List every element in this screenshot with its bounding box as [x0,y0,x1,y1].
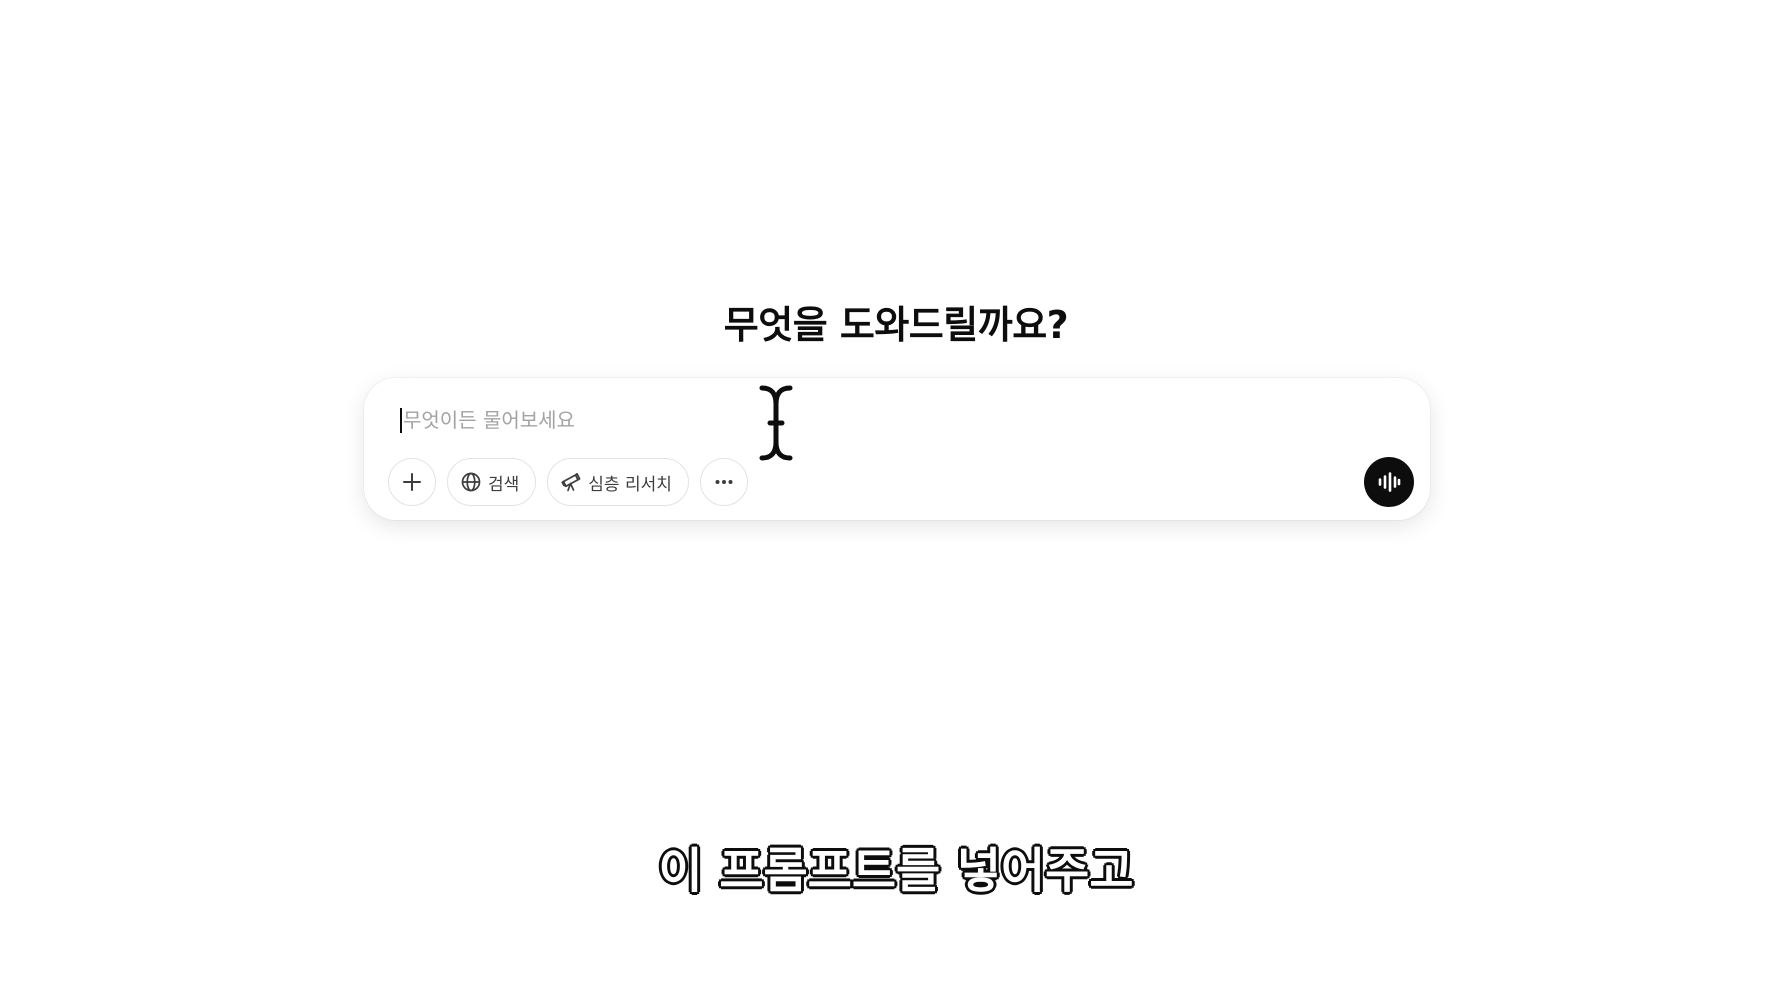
text-caret [400,408,402,433]
ellipsis-icon [715,480,733,484]
video-subtitle: 이 프롬프트를 넣어주고 [657,842,1134,900]
plus-icon [403,473,421,491]
prompt-input[interactable] [403,400,1283,440]
prompt-composer: 검색 심층 리서치 [364,378,1430,520]
globe-icon [461,472,481,492]
prompt-input-wrapper[interactable] [400,400,1300,440]
page-title: 무엇을 도와드릴까요? [723,303,1069,347]
more-tools-button[interactable] [699,458,748,506]
deep-research-button[interactable]: 심층 리서치 [547,458,689,506]
add-attachment-button[interactable] [388,458,436,506]
text-cursor-icon [756,382,796,464]
search-button-label: 검색 [488,474,520,495]
deep-research-button-label: 심층 리서치 [588,474,672,495]
composer-toolbar: 검색 심층 리서치 [388,457,748,507]
search-button[interactable]: 검색 [447,458,537,506]
telescope-icon [561,472,581,492]
voice-mode-button[interactable] [1364,457,1414,507]
voice-waveform-icon [1378,472,1401,492]
